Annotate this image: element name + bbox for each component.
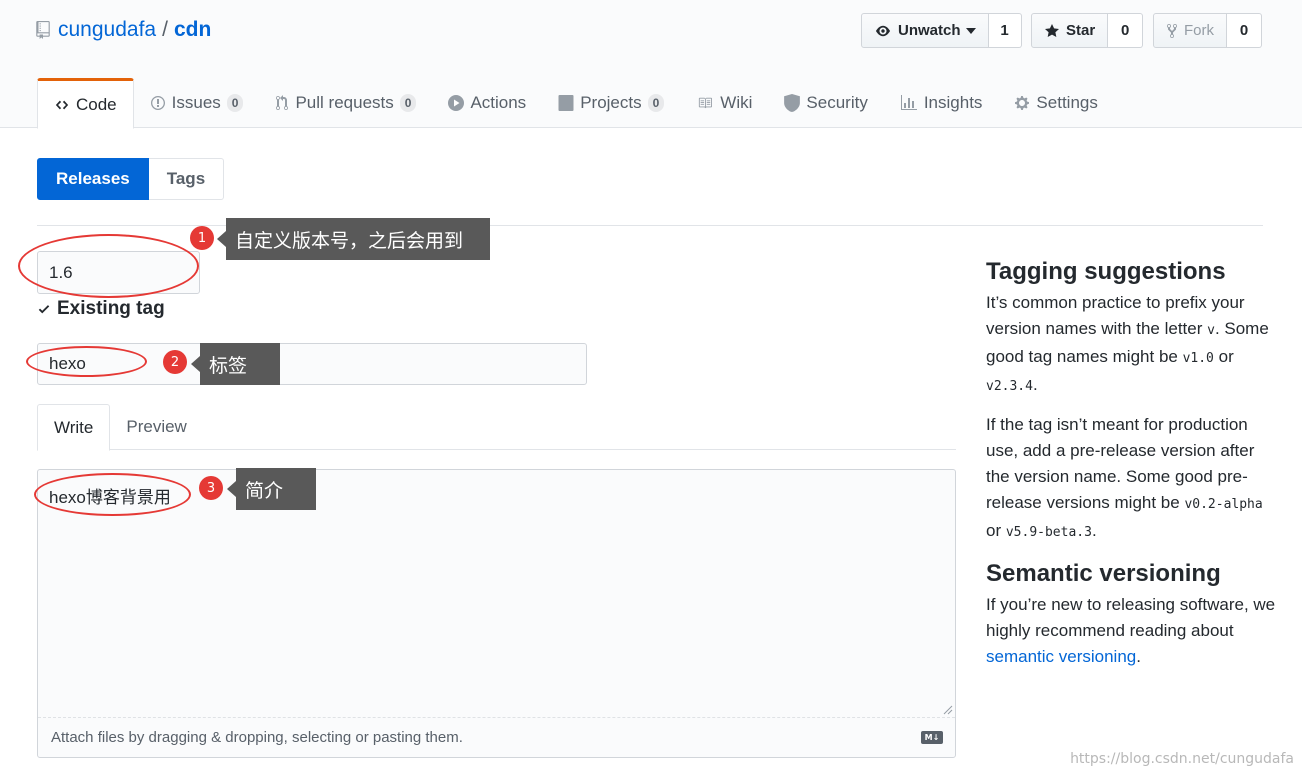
semantic-versioning-title: Semantic versioning (986, 560, 1221, 587)
code-icon (54, 98, 70, 112)
gear-icon (1014, 95, 1030, 111)
tab-projects[interactable]: Projects 0 (542, 78, 680, 128)
tab-security[interactable]: Security (768, 78, 883, 128)
annotation-callout-1: 自定义版本号，之后会用到 (217, 218, 490, 260)
attach-files-hint: Attach files by dragging & dropping, sel… (51, 729, 463, 746)
repo-title: cungudafa / cdn (36, 16, 211, 44)
tags-tab[interactable]: Tags (148, 158, 225, 200)
release-help-sidebar: Tagging suggestions It’s common practice… (986, 256, 1276, 682)
repo-name-link[interactable]: cdn (174, 16, 211, 44)
watermark: https://blog.csdn.net/cungudafa (1070, 751, 1294, 767)
star-label: Star (1066, 22, 1096, 39)
semantic-versioning-link[interactable]: semantic versioning (986, 647, 1136, 666)
fork-count[interactable]: 0 (1227, 13, 1262, 48)
repo-nav: Code Issues 0 Pull requests 0 Actions Pr… (37, 78, 1114, 129)
tag-version-input[interactable]: 1.6 (37, 251, 200, 294)
star-count[interactable]: 0 (1108, 13, 1144, 48)
existing-tag-status: Existing tag (37, 298, 165, 320)
tab-wiki-label: Wiki (720, 93, 753, 112)
unwatch-label: Unwatch (898, 22, 961, 39)
markdown-icon[interactable]: M↓ (921, 731, 943, 744)
graph-icon (900, 95, 918, 111)
fork-label: Fork (1184, 22, 1214, 39)
fork-button[interactable]: Fork (1153, 13, 1227, 48)
star-icon (1045, 23, 1059, 37)
fork-icon (1167, 23, 1177, 38)
watch-group: Unwatch 1 (861, 13, 1022, 48)
tab-pull-requests-label: Pull requests (295, 93, 394, 112)
tab-settings[interactable]: Settings (998, 78, 1113, 128)
repo-icon (36, 21, 50, 39)
resize-grip-icon[interactable] (941, 703, 953, 715)
pull-requests-counter: 0 (399, 94, 417, 112)
tab-actions[interactable]: Actions (432, 78, 542, 128)
tab-security-label: Security (806, 93, 868, 112)
repo-owner-link[interactable]: cungudafa (58, 16, 156, 44)
fork-group: Fork 0 (1153, 13, 1262, 48)
annotation-badge-3: 3 (199, 476, 223, 500)
star-group: Star 0 (1031, 13, 1144, 48)
caret-down-icon (965, 27, 976, 34)
unwatch-button[interactable]: Unwatch (861, 13, 989, 48)
issue-icon (150, 95, 166, 111)
releases-subnav: Releases Tags (37, 158, 225, 200)
release-title-input[interactable]: hexo (37, 343, 587, 385)
pull-request-icon (275, 95, 289, 111)
watch-count[interactable]: 1 (988, 13, 1022, 48)
star-button[interactable]: Star (1031, 13, 1109, 48)
description-text[interactable]: hexo博客背景用 (49, 483, 171, 508)
tagging-suggestions-title: Tagging suggestions (986, 258, 1226, 285)
tab-issues[interactable]: Issues 0 (134, 78, 260, 128)
projects-counter: 0 (647, 94, 665, 112)
tab-projects-label: Projects (580, 93, 642, 112)
tagging-paragraph-2: If the tag isn’t meant for production us… (986, 415, 1263, 540)
tab-code-label: Code (76, 94, 117, 114)
tagging-paragraph-1: It’s common practice to prefix your vers… (986, 293, 1269, 394)
attach-files-area[interactable]: Attach files by dragging & dropping, sel… (38, 717, 955, 757)
project-icon (558, 95, 574, 111)
shield-icon (784, 94, 801, 112)
tab-issues-label: Issues (171, 93, 221, 112)
annotation-callout-2: 标签 (191, 343, 280, 385)
releases-tab[interactable]: Releases (37, 158, 149, 200)
tab-wiki[interactable]: Wiki (680, 78, 768, 128)
tab-pull-requests[interactable]: Pull requests 0 (259, 78, 432, 128)
annotation-callout-3: 简介 (227, 468, 316, 510)
divider (37, 225, 1263, 226)
eye-icon (876, 25, 890, 36)
tab-insights-label: Insights (923, 93, 983, 112)
editor-tabs: Write Preview (37, 404, 956, 451)
semver-paragraph: If you’re new to releasing software, we … (986, 595, 1276, 666)
issues-counter: 0 (226, 94, 244, 112)
repo-separator: / (162, 18, 168, 41)
annotation-badge-1: 1 (190, 226, 214, 250)
tab-actions-label: Actions (470, 93, 527, 112)
tab-insights[interactable]: Insights (884, 78, 999, 128)
annotation-badge-2: 2 (163, 350, 187, 374)
play-icon (448, 95, 465, 111)
tab-code[interactable]: Code (37, 78, 134, 129)
release-description-editor[interactable]: hexo博客背景用 Attach files by dragging & dro… (37, 469, 956, 758)
existing-tag-label: Existing tag (57, 298, 165, 319)
tab-settings-label: Settings (1036, 93, 1098, 112)
write-tab[interactable]: Write (37, 404, 111, 451)
check-icon (38, 305, 50, 314)
book-icon (696, 96, 714, 110)
repo-header: cungudafa / cdn Unwatch 1 Star 0 Fork 0 … (0, 0, 1302, 129)
preview-tab[interactable]: Preview (110, 404, 202, 450)
